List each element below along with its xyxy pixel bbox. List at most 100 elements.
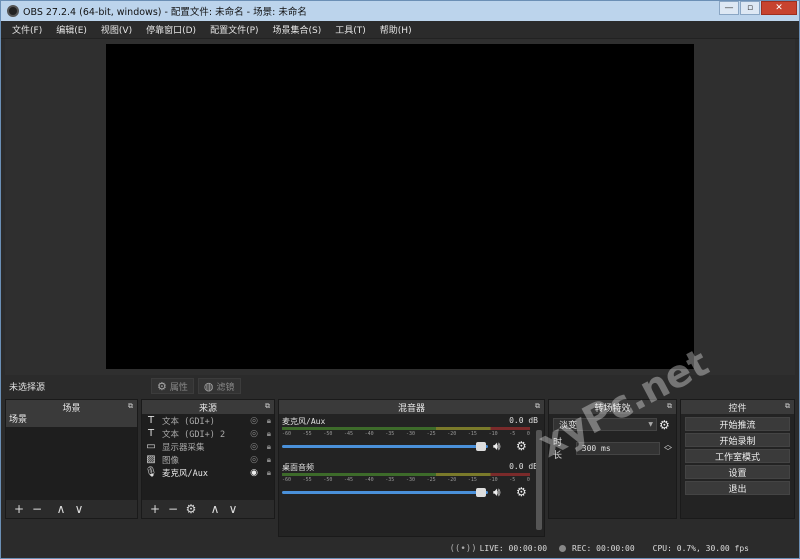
mixer-track-desktop: 桌面音频 0.0 dB -60 -55 -50 -45 -40 -35 -30 -25 -20-…	[279, 460, 544, 499]
move-down-icon[interactable]: ∨	[224, 502, 242, 516]
menu-profile[interactable]: 配置文件(P)	[203, 23, 265, 36]
lock-icon[interactable]: 🔒︎	[267, 442, 271, 452]
broadcast-icon: ((•))	[449, 543, 477, 554]
settings-button[interactable]: 设置	[685, 465, 790, 479]
menu-view[interactable]: 视图(V)	[94, 23, 139, 36]
eye-hidden-icon[interactable]: ◎	[250, 416, 258, 426]
controls-dock: 控件 ⧉ 开始推流 开始录制 工作室模式 设置 退出	[680, 399, 795, 519]
eye-icon[interactable]: ◉	[250, 468, 258, 478]
undock-icon[interactable]: ⧉	[128, 402, 133, 411]
sources-list: T 文本 (GDI+) ◎ 🔒︎ T 文本 (GDI+) 2 ◎ 🔒︎ ▭ 显示…	[142, 414, 274, 500]
add-source-icon[interactable]: +	[146, 502, 164, 516]
remove-source-icon[interactable]: −	[164, 502, 182, 516]
duration-stepper[interactable]: ︿ ﹀	[664, 441, 672, 456]
lock-icon[interactable]: 🔒︎	[267, 455, 271, 465]
menu-tools[interactable]: 工具(T)	[328, 23, 373, 36]
volume-slider[interactable]	[282, 445, 488, 448]
mixer-track-mic: 麦克风/Aux 0.0 dB -60 -55 -50 -45 -40 -35 -30 -25-…	[279, 414, 544, 453]
speaker-icon[interactable]: 🔊︎	[493, 439, 501, 454]
studio-mode-button[interactable]: 工作室模式	[685, 449, 790, 463]
lock-icon[interactable]: 🔒︎	[267, 429, 271, 439]
source-settings-gear-icon[interactable]: ⚙	[182, 502, 200, 516]
speaker-icon[interactable]: 🔊︎	[493, 485, 501, 500]
start-streaming-button[interactable]: 开始推流	[685, 417, 790, 431]
eye-hidden-icon[interactable]: ◎	[250, 429, 258, 439]
menu-docks[interactable]: 停靠窗口(D)	[139, 23, 203, 36]
close-button[interactable]: ✕	[761, 1, 797, 15]
track-db: 0.0 dB	[509, 416, 538, 425]
undock-icon[interactable]: ⧉	[535, 402, 540, 411]
list-item[interactable]: T 文本 (GDI+) ◎ 🔒︎	[142, 414, 274, 427]
scenes-dock: 场景 ⧉ 场景 + − ∧ ∨	[5, 399, 138, 519]
filters-button[interactable]: ◍ 滤镜	[197, 378, 241, 394]
rec-status: REC: 00:00:00	[572, 544, 635, 553]
undock-icon[interactable]: ⧉	[785, 402, 790, 411]
scenes-list: 场景	[6, 414, 137, 500]
gear-icon[interactable]: ⚙	[516, 485, 527, 499]
volume-meter	[282, 473, 530, 476]
properties-button[interactable]: ⚙ 属性	[151, 378, 194, 394]
status-bar: ((•)) LIVE: 00:00:00 REC: 00:00:00 CPU: …	[1, 539, 799, 558]
filter-icon: ◍	[203, 379, 214, 393]
live-status: LIVE: 00:00:00	[479, 544, 548, 553]
scenes-footer: + − ∧ ∨	[6, 500, 137, 518]
lock-icon[interactable]: 🔒︎	[267, 416, 271, 426]
window-controls: — ▫ ✕	[718, 1, 797, 15]
cpu-status: CPU: 0.7%, 30.00 fps	[652, 544, 749, 553]
volume-slider[interactable]	[282, 491, 488, 494]
list-item[interactable]: ▨ 图像 ◎ 🔒︎	[142, 453, 274, 466]
list-item[interactable]: T 文本 (GDI+) 2 ◎ 🔒︎	[142, 427, 274, 440]
sources-dock: 来源 ⧉ T 文本 (GDI+) ◎ 🔒︎ T 文本 (GDI+) 2 ◎ 🔒︎…	[141, 399, 275, 519]
source-label: 图像	[162, 455, 180, 466]
eye-hidden-icon[interactable]: ◎	[250, 442, 258, 452]
text-icon: T	[147, 428, 155, 439]
exit-button[interactable]: 退出	[685, 481, 790, 495]
scene-item[interactable]: 场景	[6, 414, 137, 427]
menu-edit[interactable]: 编辑(E)	[49, 23, 94, 36]
menu-scene-collection[interactable]: 场景集合(S)	[266, 23, 329, 36]
menu-file[interactable]: 文件(F)	[5, 23, 49, 36]
track-db: 0.0 dB	[509, 462, 538, 471]
source-label: 文本 (GDI+)	[162, 416, 215, 427]
mixer-dock: 混音器 ⧉ 麦克风/Aux 0.0 dB -60 -55 -50 -45 -40 -35-…	[278, 399, 545, 537]
no-source-label: 未选择源	[9, 382, 46, 393]
eye-hidden-icon[interactable]: ◎	[250, 455, 258, 465]
mixer-body: 麦克风/Aux 0.0 dB -60 -55 -50 -45 -40 -35 -30 -25-…	[279, 414, 544, 536]
meter-ticks: -60 -55 -50 -45 -40 -35 -30 -25 -20 -15 -10 -5 0	[282, 431, 530, 437]
add-scene-icon[interactable]: +	[10, 502, 28, 516]
move-down-icon[interactable]: ∨	[70, 502, 88, 516]
obs-window: OBS 27.2.4 (64-bit, windows) - 配置文件: 未命名…	[0, 0, 800, 559]
gear-icon[interactable]: ⚙	[516, 439, 527, 453]
menu-bar: 文件(F) 编辑(E) 视图(V) 停靠窗口(D) 配置文件(P) 场景集合(S…	[1, 21, 799, 39]
preview-area	[5, 39, 795, 375]
monitor-icon: ▭	[146, 441, 156, 452]
minimize-button[interactable]: —	[719, 1, 739, 15]
start-recording-button[interactable]: 开始录制	[685, 433, 790, 447]
controls-body: 开始推流 开始录制 工作室模式 设置 退出	[681, 414, 794, 518]
obs-logo-icon	[7, 5, 19, 17]
window-title: OBS 27.2.4 (64-bit, windows) - 配置文件: 未命名…	[23, 7, 307, 18]
title-bar: OBS 27.2.4 (64-bit, windows) - 配置文件: 未命名…	[1, 1, 799, 21]
move-up-icon[interactable]: ∧	[52, 502, 70, 516]
lock-icon[interactable]: 🔒︎	[267, 468, 271, 478]
controls-title: 控件	[728, 403, 747, 414]
sources-title: 来源	[198, 403, 217, 414]
gear-icon: ⚙	[157, 379, 167, 393]
undock-icon[interactable]: ⧉	[265, 402, 270, 411]
rec-dot-icon	[559, 545, 567, 552]
move-up-icon[interactable]: ∧	[206, 502, 224, 516]
slider-handle[interactable]	[476, 442, 486, 451]
list-item[interactable]: ▭ 显示器采集 ◎ 🔒︎	[142, 440, 274, 453]
meter-ticks: -60 -55 -50 -45 -40 -35 -30 -25 -20 -15 -10 -5 0	[282, 477, 530, 483]
list-item[interactable]: 🎙 麦克风/Aux ◉ 🔒︎	[142, 466, 274, 479]
slider-handle[interactable]	[476, 488, 486, 497]
remove-scene-icon[interactable]: −	[28, 502, 46, 516]
track-name: 桌面音频	[282, 463, 314, 472]
maximize-button[interactable]: ▫	[740, 1, 760, 15]
source-label: 麦克风/Aux	[162, 468, 208, 479]
scenes-title: 场景	[62, 403, 81, 414]
gear-icon[interactable]: ⚙	[659, 418, 670, 432]
volume-meter	[282, 427, 530, 430]
menu-help[interactable]: 帮助(H)	[373, 23, 419, 36]
preview-canvas[interactable]	[106, 44, 694, 369]
